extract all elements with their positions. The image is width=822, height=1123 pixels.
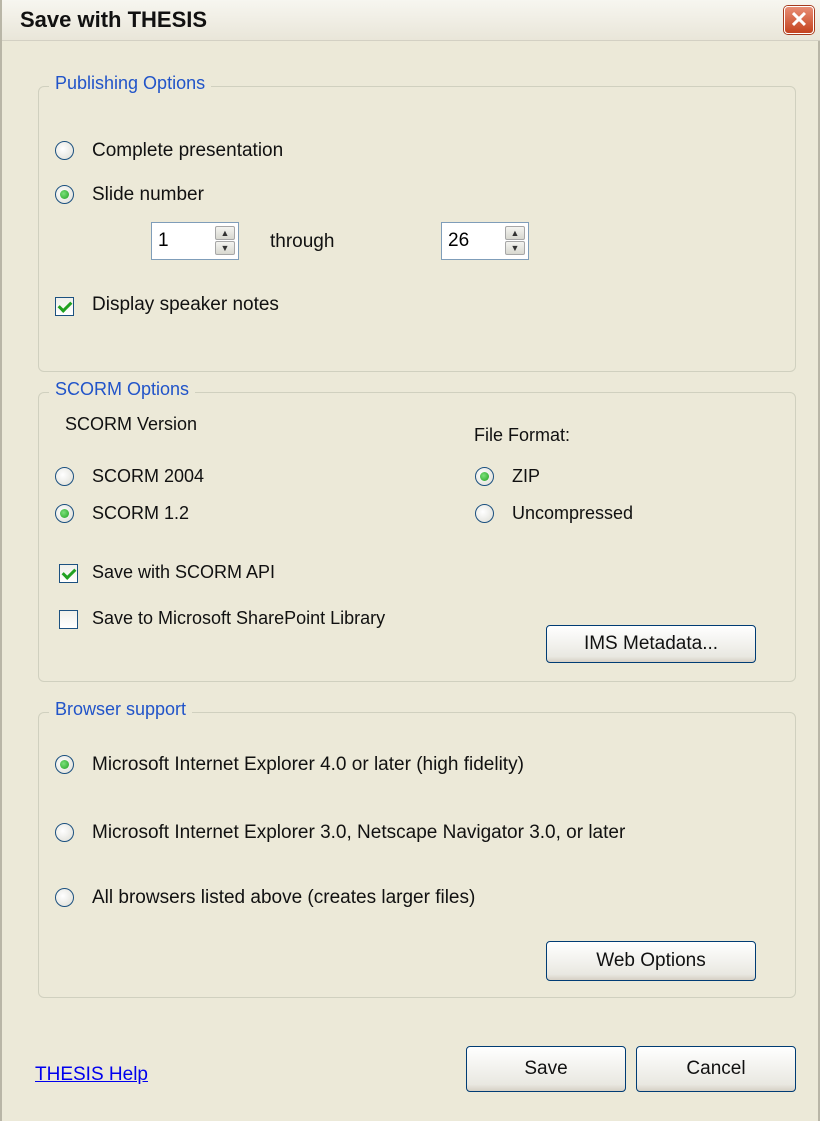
scorm-options-legend: SCORM Options — [49, 379, 196, 400]
slide-from-value[interactable]: 1 — [158, 230, 169, 252]
spin-down-icon[interactable]: ▼ — [505, 241, 525, 255]
slide-number-radio[interactable] — [55, 185, 74, 204]
scorm-version-heading: SCORM Version — [65, 414, 198, 434]
browser-support-legend: Browser support — [49, 699, 193, 720]
browser-ie4-label[interactable]: Microsoft Internet Explorer 4.0 or later… — [92, 754, 524, 776]
complete-presentation-radio[interactable] — [55, 141, 74, 160]
ims-metadata-button[interactable]: IMS Metadata... — [546, 625, 756, 663]
title-bar[interactable]: Save with THESIS ✕ — [2, 0, 820, 41]
slide-to-stepper[interactable]: 26 ▲ ▼ — [441, 222, 529, 260]
slide-to-spin-buttons: ▲ ▼ — [505, 226, 525, 256]
browser-ie3-label[interactable]: Microsoft Internet Explorer 3.0, Netscap… — [92, 822, 625, 844]
complete-presentation-label[interactable]: Complete presentation — [92, 140, 283, 162]
file-format-heading: File Format: — [474, 425, 571, 445]
save-button[interactable]: Save — [466, 1046, 626, 1092]
spin-up-icon[interactable]: ▲ — [215, 226, 235, 240]
web-options-button[interactable]: Web Options — [546, 941, 756, 981]
uncompressed-label[interactable]: Uncompressed — [512, 503, 633, 524]
publishing-options-legend: Publishing Options — [49, 73, 212, 94]
zip-label[interactable]: ZIP — [512, 466, 540, 487]
window-title: Save with THESIS — [20, 7, 208, 32]
slide-to-value[interactable]: 26 — [448, 230, 469, 252]
spin-down-icon[interactable]: ▼ — [215, 241, 235, 255]
speaker-notes-checkbox[interactable] — [55, 297, 74, 316]
scorm-2004-radio[interactable] — [55, 467, 74, 486]
scorm-12-label[interactable]: SCORM 1.2 — [92, 503, 189, 524]
speaker-notes-label[interactable]: Display speaker notes — [92, 294, 279, 316]
browser-all-label[interactable]: All browsers listed above (creates large… — [92, 887, 475, 909]
thesis-help-link[interactable]: THESIS Help — [35, 1064, 148, 1086]
sharepoint-label[interactable]: Save to Microsoft SharePoint Library — [92, 608, 385, 629]
save-dialog: Save with THESIS ✕ Publishing Options Co… — [0, 0, 820, 1121]
scorm-12-radio[interactable] — [55, 504, 74, 523]
zip-radio[interactable] — [475, 467, 494, 486]
scorm-api-label[interactable]: Save with SCORM API — [92, 562, 275, 583]
uncompressed-radio[interactable] — [475, 504, 494, 523]
spin-up-icon[interactable]: ▲ — [505, 226, 525, 240]
slide-number-label[interactable]: Slide number — [92, 184, 204, 206]
browser-all-radio[interactable] — [55, 888, 74, 907]
browser-ie3-radio[interactable] — [55, 823, 74, 842]
scorm-2004-label[interactable]: SCORM 2004 — [92, 466, 204, 487]
cancel-button[interactable]: Cancel — [636, 1046, 796, 1092]
slide-from-spin-buttons: ▲ ▼ — [215, 226, 235, 256]
browser-ie4-radio[interactable] — [55, 755, 74, 774]
close-icon[interactable]: ✕ — [784, 6, 814, 34]
scorm-api-checkbox[interactable] — [59, 564, 78, 583]
through-label: through — [270, 231, 335, 252]
slide-from-stepper[interactable]: 1 ▲ ▼ — [151, 222, 239, 260]
sharepoint-checkbox[interactable] — [59, 610, 78, 629]
